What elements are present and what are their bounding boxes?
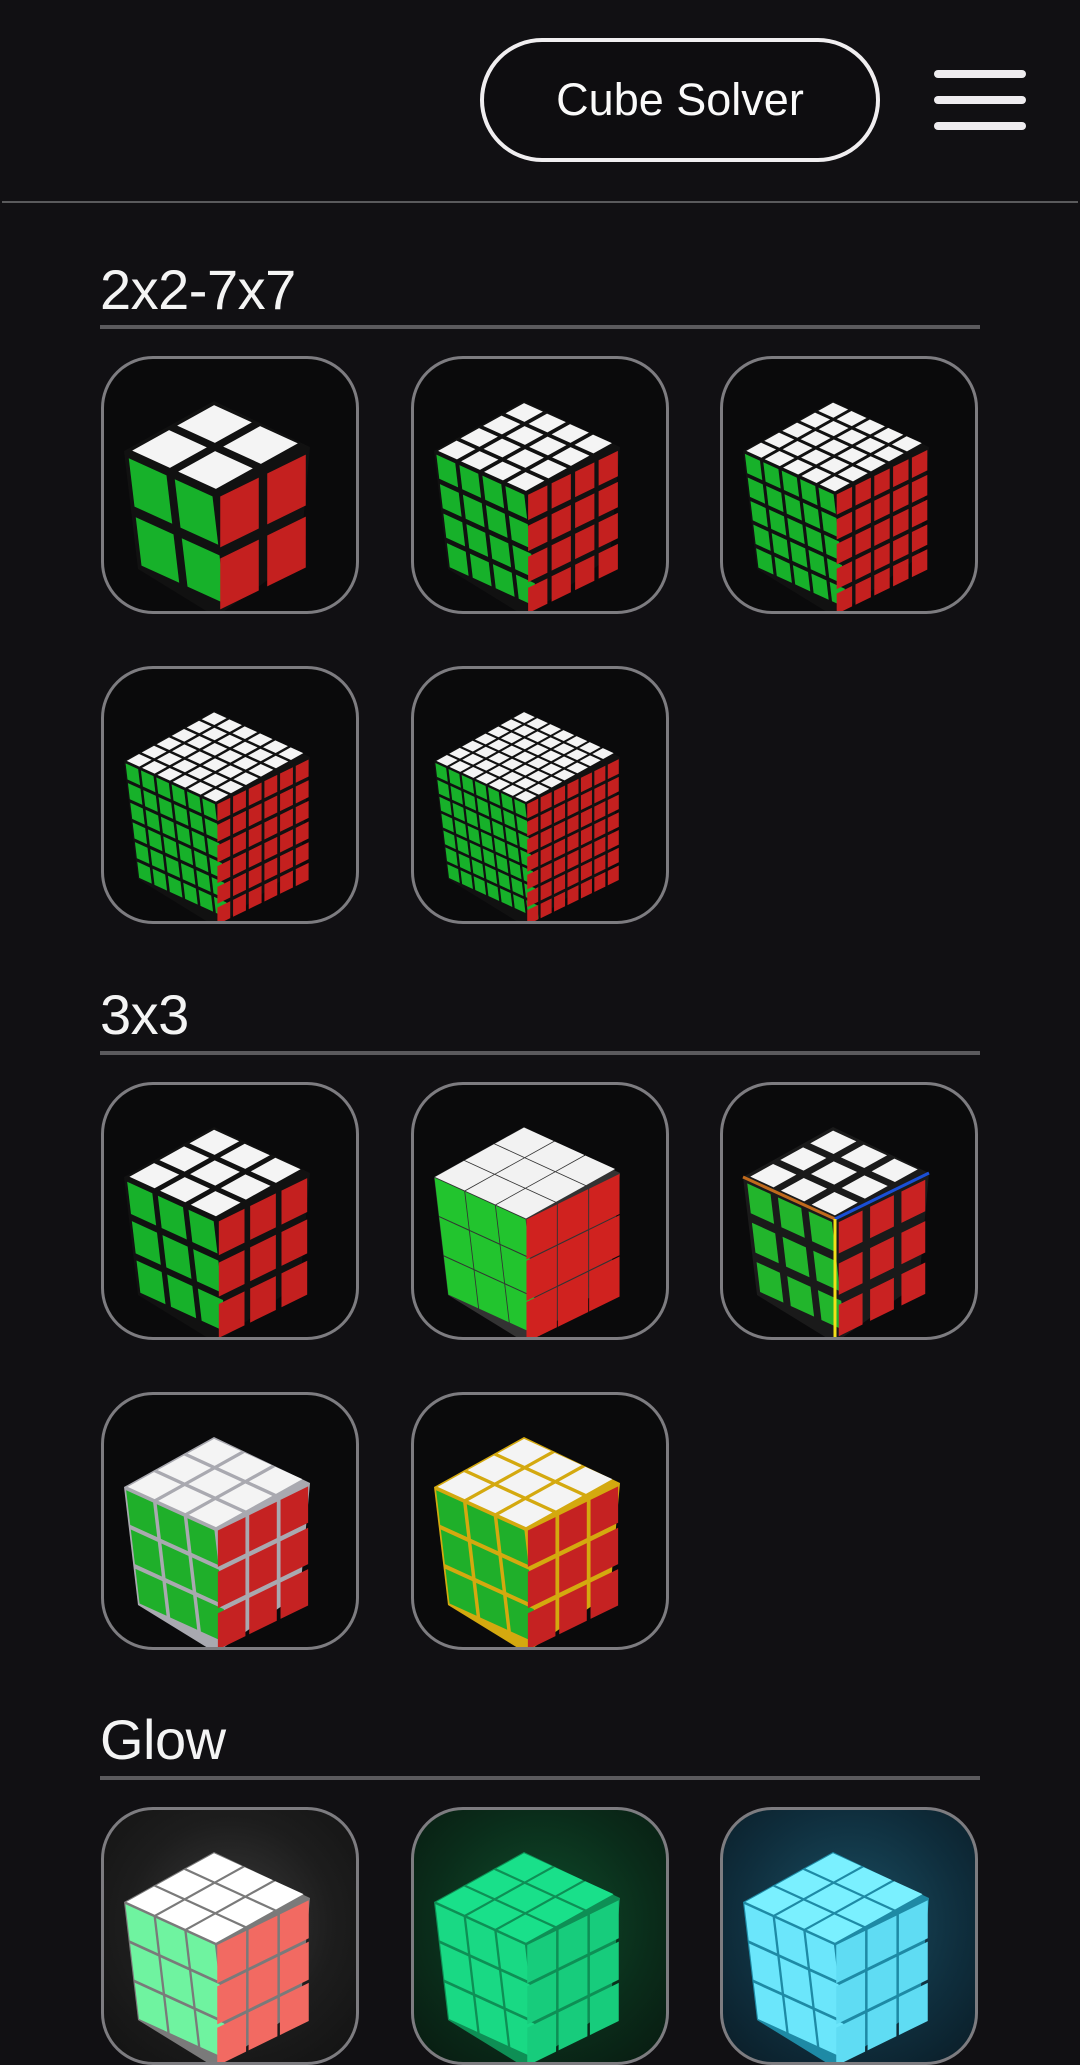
cube-card[interactable]: [101, 1392, 359, 1650]
cube-icon: [124, 1437, 310, 1647]
menu-bar: [934, 96, 1026, 104]
cube-card[interactable]: [411, 1807, 669, 2065]
section-title-2x2-7x7: 2x2-7x7: [100, 258, 296, 321]
header-divider: [2, 201, 1078, 203]
cube-card[interactable]: [101, 356, 359, 614]
section-divider: [100, 325, 980, 329]
cube-icon: [434, 401, 620, 611]
cube-icon: [434, 1852, 620, 2062]
cube-card[interactable]: [101, 1807, 359, 2065]
cube-card[interactable]: [411, 1082, 669, 1340]
section-title-glow: Glow: [100, 1708, 226, 1771]
cube-card[interactable]: [720, 1082, 978, 1340]
section-title-3x3: 3x3: [100, 983, 189, 1046]
cube-solver-button[interactable]: Cube Solver: [480, 38, 880, 162]
hamburger-menu-icon[interactable]: [926, 62, 1034, 140]
cube-card[interactable]: [101, 666, 359, 924]
cube-card[interactable]: [411, 1392, 669, 1650]
cube-icon: [743, 1852, 929, 2062]
cube-card[interactable]: [101, 1082, 359, 1340]
cube-icon: [124, 1127, 310, 1337]
cube-card[interactable]: [720, 356, 978, 614]
section-divider: [100, 1051, 980, 1055]
cube-card[interactable]: [411, 356, 669, 614]
right-sticker: [607, 865, 619, 886]
cube-icon: [434, 1127, 620, 1337]
cube-icon: [434, 1437, 620, 1647]
cube-icon: [742, 1127, 930, 1337]
cube-solver-button-label: Cube Solver: [556, 74, 804, 125]
menu-bar: [934, 122, 1026, 130]
cube-icon: [124, 711, 310, 921]
cube-icon: [743, 401, 929, 611]
cube-icon: [434, 711, 620, 921]
cube-card[interactable]: [411, 666, 669, 924]
cube-card[interactable]: [720, 1807, 978, 2065]
cube-icon: [124, 401, 310, 611]
menu-bar: [934, 70, 1026, 78]
section-divider: [100, 1776, 980, 1780]
app-header: Cube Solver: [0, 0, 1080, 203]
cube-icon: [124, 1852, 310, 2062]
